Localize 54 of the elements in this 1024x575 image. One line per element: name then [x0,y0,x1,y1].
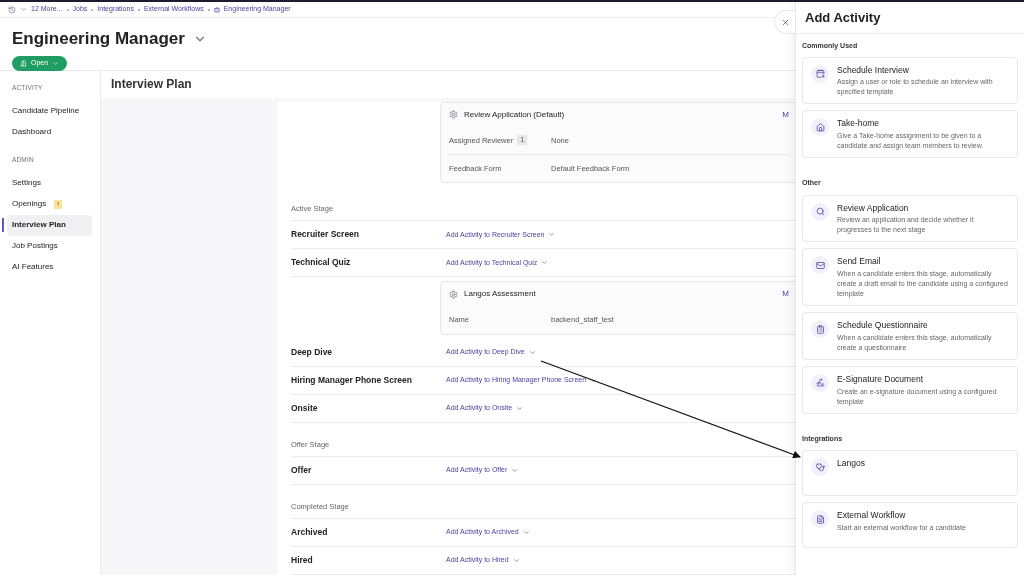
signature-icon [815,378,825,388]
clipboard-icon [815,324,825,334]
sidebar-item[interactable]: Job Postings [7,235,92,257]
gear-icon [449,289,458,299]
sidebar-item[interactable]: Interview Plan [7,214,92,236]
chevron-down-icon[interactable] [20,6,27,13]
option-title: Send Email [837,255,882,268]
calendar-icon [815,69,825,78]
chevron-down-icon [548,231,556,239]
option-title: Schedule Interview [837,63,910,77]
sidebar-item[interactable]: AI Features [7,256,92,278]
file-icon [815,514,825,524]
chevron-down-icon [511,466,519,474]
more-link[interactable]: M [782,108,789,121]
chevron-down-icon [522,529,530,536]
option-title: Langos [837,457,865,470]
stage-name: Recruiter Screen [291,228,361,242]
chevron-down-icon [528,348,536,356]
stage-name: Hiring Manager Phone Screen [291,373,413,387]
chevron-down-icon [541,259,549,267]
search-icon [815,207,825,216]
activity-title: Review Application (Default) [464,108,565,121]
option-title: Schedule Questionnaire [837,319,929,332]
door-icon [20,59,27,67]
option-title: Review Application [837,201,910,215]
history-icon[interactable] [8,5,16,14]
stage-name: Technical Quiz [291,256,352,270]
briefcase-icon [213,6,220,13]
sidebar-item[interactable]: Settings [7,172,92,194]
stage-name: Deep Dive [291,345,334,359]
close-icon [780,17,790,27]
house-icon [815,122,825,132]
drawer-title: Add Activity [805,8,881,27]
page-title: Interview Plan [111,76,192,94]
stage-name: Hired [291,554,314,567]
chevron-down-icon [590,376,598,384]
stage-name: Archived [291,526,329,539]
job-title: Engineering Manager [12,28,185,50]
chevron-down-icon [512,557,520,564]
gear-icon [449,110,458,119]
option-title: Take-home [837,117,881,130]
option-title: E-Signature Document [837,372,924,386]
chevron-down-icon [52,59,60,67]
sidebar-item[interactable]: Candidate Pipeline [7,100,92,122]
mail-icon [815,260,825,270]
stethoscope-icon [815,462,825,472]
stage-name: Offer [291,463,313,477]
option-title: External Workflow [837,509,907,522]
sidebar-item[interactable]: Dashboard [7,121,92,143]
activity-option[interactable]: Langos [802,450,1018,496]
stage-name: Onsite [291,401,319,415]
activity-title: Langos Assessment [464,288,536,301]
more-link[interactable]: M [782,288,789,301]
chevron-down-icon [516,404,524,412]
